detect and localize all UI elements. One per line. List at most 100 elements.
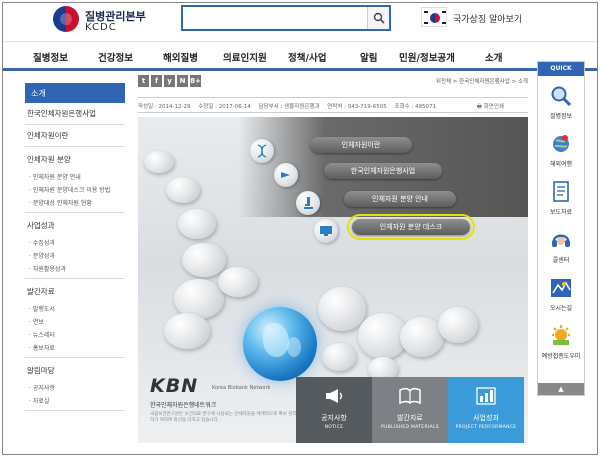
national-symbol-label: 국가상징 알아보기 — [453, 15, 523, 25]
department: 담당부서 : 생물자원은행과 — [258, 104, 320, 110]
arrow-icon — [274, 163, 298, 187]
logo-english-text: KCDC — [85, 22, 117, 33]
side-menu: 소개 한국인체자원은행사업 인체자원이란 인체자원 분양 · 인체자원 분양 안… — [25, 83, 125, 413]
quick-vaccination-helper[interactable]: 예방접종도우미 — [538, 320, 584, 366]
contact-phone: 연락처 : 043-719-6505 — [327, 104, 387, 110]
magnifier-icon — [551, 86, 572, 107]
side-item-notice[interactable]: 알림마당 — [25, 360, 125, 381]
side-item-publications[interactable]: 발간자료 — [25, 281, 125, 302]
side-item-distribution[interactable]: 인체자원 분양 — [25, 149, 125, 170]
sun-badge-icon — [552, 325, 570, 345]
published-tile-label: 발간자료 — [397, 414, 423, 422]
side-group-achievements: 사업성과 · 수집성과 · 분양성과 · 자원활용성과 — [25, 213, 125, 279]
googleplus-share-icon[interactable]: 8+ — [190, 75, 201, 87]
facebook-share-icon[interactable]: f — [151, 75, 162, 87]
twitter-share-icon[interactable]: t — [138, 75, 149, 87]
quick-overseas-travel[interactable]: 해외여행 — [538, 128, 584, 174]
naver-share-icon[interactable]: N — [177, 75, 188, 87]
published-tile-sublabel: PUBLISHED MATERIALS — [381, 425, 439, 430]
dna-icon — [250, 139, 274, 163]
search-button[interactable] — [367, 7, 389, 29]
quick-label: 해외여행 — [549, 161, 573, 168]
quick-press-release[interactable]: 보도자료 — [538, 176, 584, 222]
nav-medical-support[interactable]: 의료인지원 — [223, 50, 267, 64]
kbn-branding: KBN Korea Biobank Network 한국인체자원은행네트워크 국… — [150, 375, 300, 435]
quick-label: 보도자료 — [549, 209, 573, 216]
dna-segment — [144, 151, 174, 173]
side-group-distribution: 인체자원 분양 · 인체자원 분양 안내 · 인체자원 분양데스크 이용 방법 … — [25, 147, 125, 213]
nav-about[interactable]: 소개 — [485, 50, 502, 64]
created-date: 작성일 : 2014-12-29 — [138, 104, 191, 110]
kcdc-emblem-icon — [53, 6, 79, 32]
side-subitem[interactable]: · 자료실 — [25, 394, 125, 407]
search-input[interactable] — [185, 9, 361, 27]
menu-what-is-resource-button[interactable]: 인체자원이란 — [310, 137, 412, 153]
dna-segment — [164, 313, 210, 349]
side-subitem[interactable]: · 인체자원 분양 안내 — [25, 170, 125, 183]
menu-distribution-guide-button[interactable]: 인체자원 분양 안내 — [344, 191, 456, 207]
side-item-achievements[interactable]: 사업성과 — [25, 215, 125, 236]
kbn-tagline: Korea Biobank Network — [212, 385, 271, 391]
nav-health-info[interactable]: 건강정보 — [98, 50, 133, 64]
side-item-biobank-project[interactable]: 한국인체자원은행사업 — [25, 103, 125, 125]
monitor-icon — [314, 219, 338, 243]
site-logo[interactable]: 질병관리본부 KCDC — [53, 6, 193, 36]
side-subitem[interactable]: · 인체자원 분양데스크 이용 방법 — [25, 183, 125, 196]
quick-label: 오시는길 — [549, 305, 573, 312]
nav-overseas-disease[interactable]: 해외질병 — [163, 50, 198, 64]
side-subitem[interactable]: · 공지사항 — [25, 381, 125, 394]
top-header: 질병관리본부 KCDC 국가상징 알아보기 — [3, 3, 597, 41]
side-subitem[interactable]: · 자원활용성과 — [25, 262, 125, 275]
youtube-share-icon[interactable]: y — [164, 75, 175, 87]
notice-tile-sublabel: NOTICE — [324, 425, 344, 430]
browser-frame: 질병관리본부 KCDC 국가상징 알아보기 질병정보 건강정보 해외질병 의료인… — [2, 2, 598, 455]
taegukgi-flag-icon — [421, 7, 447, 27]
dna-segment — [322, 343, 356, 371]
side-item-what-is-resource[interactable]: 인체자원이란 — [25, 125, 125, 147]
quick-label: 질병정보 — [549, 113, 573, 120]
book-icon — [399, 387, 421, 405]
national-symbol-link[interactable]: 국가상징 알아보기 — [421, 7, 551, 31]
page-meta: 작성일 : 2014-12-29 수정일 : 2017-06-14 담당부서 :… — [138, 97, 528, 113]
side-subitem[interactable]: · 홍보자료 — [25, 341, 125, 354]
dna-segment — [178, 209, 216, 239]
dna-segment — [182, 243, 226, 277]
side-subitem[interactable]: · 뉴스레터 — [25, 328, 125, 341]
quick-menu: QUICK 질병정보 해외여행 보도자료 콜센터 오시는길 예방접종도우미 ▲ — [537, 61, 585, 396]
breadcrumb: 위전체 > 한국인체자원은행사업 > 소개 — [435, 79, 528, 85]
print-button[interactable]: 🖶 화면인쇄 — [477, 102, 510, 112]
nav-disease-info[interactable]: 질병정보 — [33, 50, 68, 64]
dna-segment — [218, 267, 258, 297]
menu-biobank-project-button[interactable]: 한국인체자원은행사업 — [324, 163, 442, 179]
nav-policy[interactable]: 정책/사업 — [288, 50, 326, 64]
map-icon — [551, 279, 571, 297]
side-subitem[interactable]: · 분양대상 인체자원 현황 — [25, 196, 125, 209]
biobank-hero-visual: 인체자원이란 한국인체자원은행사업 인체자원 분양 안내 인체자원 분양 데스크… — [138, 117, 528, 443]
performance-tile[interactable]: 사업성과 PROJECT PERFORMANCE — [448, 377, 524, 443]
kbn-description: 국립보건연구원은 보건의료 연구에 사용되는 인체자원을 체계적으로 확보 관리… — [150, 412, 297, 423]
dna-segment — [166, 177, 200, 203]
side-subitem[interactable]: · 수집성과 — [25, 236, 125, 249]
notice-tile[interactable]: 공지사항 NOTICE — [296, 377, 372, 443]
quick-disease-info[interactable]: 질병정보 — [538, 80, 584, 126]
kbn-name: 한국인체자원은행네트워크 — [150, 402, 217, 409]
dna-segment — [438, 307, 478, 343]
modified-date: 수정일 : 2017-06-14 — [198, 104, 251, 110]
search-icon — [373, 12, 385, 24]
menu-distribution-desk-button[interactable]: 인체자원 분양 데스크 — [347, 214, 475, 240]
published-tile[interactable]: 발간자료 PUBLISHED MATERIALS — [372, 377, 448, 443]
bar-chart-icon — [476, 387, 496, 405]
globe-image — [243, 307, 317, 381]
scroll-top-button[interactable]: ▲ — [538, 383, 584, 395]
side-subitem[interactable]: · 연보 — [25, 315, 125, 328]
side-subitem[interactable]: · 분양성과 — [25, 249, 125, 262]
nav-civil-service[interactable]: 민원/정보공개 — [399, 50, 455, 64]
quick-call-center[interactable]: 콜센터 — [538, 224, 584, 270]
side-subitem[interactable]: · 발행도서 — [25, 302, 125, 315]
quick-directions[interactable]: 오시는길 — [538, 272, 584, 318]
side-group-publications: 발간자료 · 발행도서 · 연보 · 뉴스레터 · 홍보자료 — [25, 279, 125, 358]
quick-label: 예방접종도우미 — [541, 353, 581, 360]
main-content: t f y N 8+ 위전체 > 한국인체자원은행사업 > 소개 작성일 : 2… — [138, 73, 528, 448]
nav-notice[interactable]: 알림 — [360, 50, 377, 64]
quick-menu-title: QUICK — [538, 62, 584, 76]
